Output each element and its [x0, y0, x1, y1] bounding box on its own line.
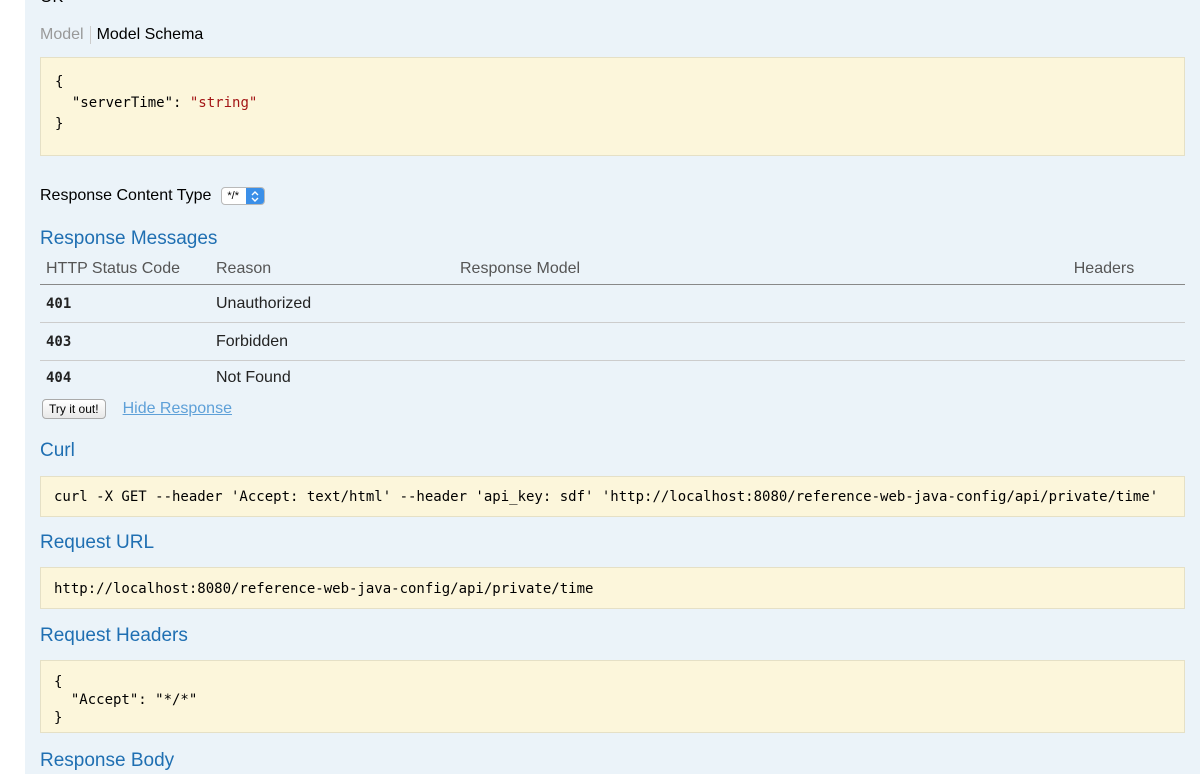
operation-panel: OK Model Model Schema { "serverTime": "s…: [25, 0, 1200, 774]
request-url-title: Request URL: [40, 532, 155, 553]
col-http-status-code: HTTP Status Code: [40, 257, 210, 285]
select-arrows-icon: [246, 188, 264, 204]
schema-colon: :: [173, 95, 190, 111]
response-model: [454, 361, 1023, 396]
model-tabs: Model Model Schema: [40, 26, 203, 44]
request-url-value: http://localhost:8080/reference-web-java…: [54, 581, 594, 597]
headers: [1023, 361, 1185, 396]
reason: Unauthorized: [210, 284, 454, 323]
reason: Not Found: [216, 369, 291, 386]
curl-title: Curl: [40, 440, 75, 461]
headers-line: "Accept": "*/*": [54, 692, 198, 708]
hide-response-link[interactable]: Hide Response: [123, 400, 232, 418]
response-model: [454, 284, 1023, 323]
col-headers: Headers: [1023, 257, 1185, 285]
tab-model-schema[interactable]: Model Schema: [91, 26, 204, 44]
action-row: Try it out! Hide Response: [42, 399, 232, 419]
response-model: [454, 322, 1023, 361]
response-messages-table: HTTP Status Code Reason Response Model H…: [40, 257, 1185, 395]
headers-open-brace: {: [54, 674, 63, 690]
schema-open-brace: {: [55, 74, 64, 90]
response-content-type-select[interactable]: */*: [221, 187, 265, 205]
table-row: 404 Not Found: [40, 361, 1185, 396]
schema-key: "serverTime": [71, 95, 174, 111]
col-response-model: Response Model: [454, 257, 1023, 285]
status-code: 403: [40, 322, 210, 361]
request-headers-box: { "Accept": "*/*" }: [40, 660, 1185, 733]
curl-command: curl -X GET --header 'Accept: text/html'…: [54, 489, 1159, 505]
schema-close-brace: }: [55, 116, 64, 132]
schema-value: "string": [189, 95, 258, 111]
request-headers-title: Request Headers: [40, 625, 188, 646]
request-url-box: http://localhost:8080/reference-web-java…: [40, 567, 1185, 609]
status-text: OK: [40, 0, 63, 7]
col-reason: Reason: [210, 257, 454, 285]
page: OK Model Model Schema { "serverTime": "s…: [0, 0, 1200, 774]
status-code: 404: [46, 370, 72, 386]
response-content-type-label: Response Content Type: [40, 187, 212, 204]
tab-model[interactable]: Model: [40, 26, 91, 44]
try-it-out-button[interactable]: Try it out!: [42, 399, 106, 419]
table-header-row: HTTP Status Code Reason Response Model H…: [40, 257, 1185, 285]
headers-close-brace: }: [54, 710, 63, 726]
table-row: 401 Unauthorized: [40, 284, 1185, 323]
headers: [1023, 284, 1185, 323]
table-row: 403 Forbidden: [40, 322, 1185, 361]
status-code: 401: [40, 284, 210, 323]
headers: [1023, 322, 1185, 361]
select-value: */*: [227, 190, 239, 202]
response-messages-title: Response Messages: [40, 228, 218, 249]
response-content-type: Response Content Type */*: [40, 187, 265, 205]
reason: Forbidden: [210, 322, 454, 361]
model-schema-box: { "serverTime": "string" }: [40, 57, 1185, 156]
curl-command-box: curl -X GET --header 'Accept: text/html'…: [40, 476, 1185, 517]
response-body-title: Response Body: [40, 750, 175, 771]
